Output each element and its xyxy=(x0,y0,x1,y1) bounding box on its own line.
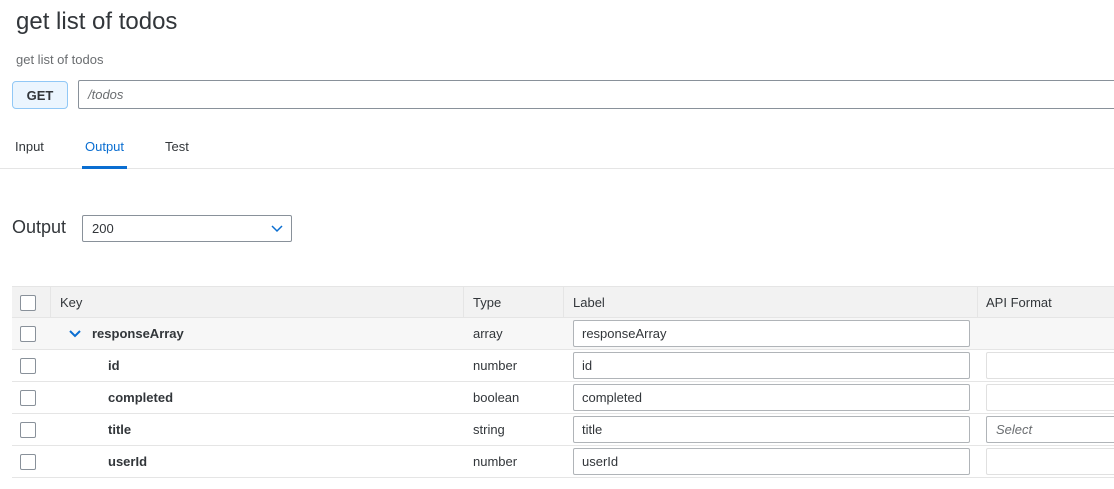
row-type: array xyxy=(473,326,503,341)
table-row[interactable]: responseArray array responseArray xyxy=(12,318,1114,350)
tab-output[interactable]: Output xyxy=(81,139,128,169)
table-header: Key Type Label API Format xyxy=(12,286,1114,318)
output-schema-table: Key Type Label API Format responseArray … xyxy=(12,286,1114,478)
output-label: Output xyxy=(12,217,67,237)
column-header-type[interactable]: Type xyxy=(473,287,501,317)
table-row[interactable]: userId number userId xyxy=(12,446,1114,478)
table-row[interactable]: title string title Select xyxy=(12,414,1114,446)
status-code-select[interactable]: 200 xyxy=(82,215,292,242)
path-input[interactable]: /todos xyxy=(78,80,1114,109)
chevron-down-icon xyxy=(271,225,283,233)
row-type: number xyxy=(473,358,518,373)
row-label-input[interactable]: title xyxy=(573,416,970,443)
column-header-api-format[interactable]: API Format xyxy=(986,287,1052,317)
row-type: string xyxy=(473,422,505,437)
row-checkbox[interactable] xyxy=(20,390,36,406)
row-checkbox[interactable] xyxy=(20,358,36,374)
row-checkbox[interactable] xyxy=(20,454,36,470)
row-label-input[interactable]: responseArray xyxy=(573,320,970,347)
tab-input[interactable]: Input xyxy=(15,139,44,169)
http-method-badge[interactable]: GET xyxy=(12,81,68,109)
tab-test[interactable]: Test xyxy=(165,139,189,169)
column-header-label[interactable]: Label xyxy=(573,287,605,317)
select-all-checkbox[interactable] xyxy=(20,295,36,311)
row-label-input[interactable]: id xyxy=(573,352,970,379)
row-key: completed xyxy=(108,390,174,405)
row-label-input[interactable]: completed xyxy=(573,384,970,411)
row-key: responseArray xyxy=(92,326,184,341)
row-key: title xyxy=(108,422,132,437)
status-code-value: 200 xyxy=(92,221,114,236)
row-type: boolean xyxy=(473,390,520,405)
row-key: id xyxy=(108,358,120,373)
tab-bar: Input Output Test xyxy=(0,130,1114,169)
table-row[interactable]: id number id xyxy=(12,350,1114,382)
table-row[interactable]: completed boolean completed xyxy=(12,382,1114,414)
column-header-key[interactable]: Key xyxy=(60,287,82,317)
chevron-down-icon[interactable] xyxy=(69,329,81,339)
row-api-format-input[interactable] xyxy=(986,352,1114,379)
row-checkbox[interactable] xyxy=(20,422,36,438)
row-key: userId xyxy=(108,454,148,469)
row-checkbox[interactable] xyxy=(20,326,36,342)
row-type: number xyxy=(473,454,518,469)
row-api-format-input[interactable] xyxy=(986,384,1114,411)
row-api-format-input[interactable] xyxy=(986,448,1114,475)
page-title: get list of todos xyxy=(16,8,178,35)
row-label-input[interactable]: userId xyxy=(573,448,970,475)
row-api-format-select[interactable]: Select xyxy=(986,416,1114,443)
page-subtitle: get list of todos xyxy=(16,52,104,67)
